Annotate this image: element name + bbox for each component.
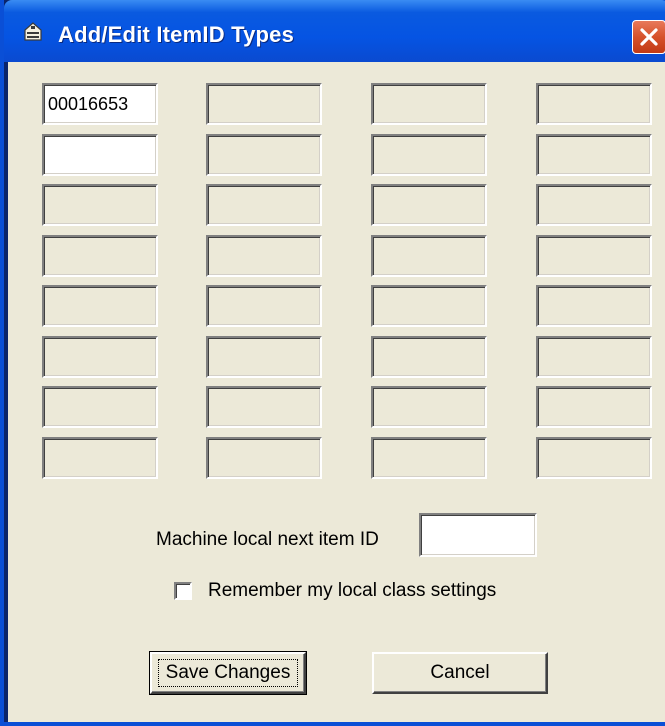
itemid-type-field[interactable] bbox=[371, 336, 487, 378]
itemid-type-field[interactable] bbox=[206, 336, 322, 378]
itemid-type-field[interactable] bbox=[206, 285, 322, 327]
next-item-id-input[interactable] bbox=[419, 513, 537, 557]
itemid-app-icon bbox=[22, 22, 44, 42]
itemid-type-field[interactable] bbox=[536, 134, 652, 176]
itemid-type-field[interactable] bbox=[42, 83, 158, 125]
itemid-type-field[interactable] bbox=[371, 235, 487, 277]
itemid-type-field[interactable] bbox=[206, 83, 322, 125]
itemid-type-field[interactable] bbox=[536, 184, 652, 226]
cancel-label: Cancel bbox=[430, 662, 490, 683]
itemid-type-field[interactable] bbox=[536, 437, 652, 479]
window-title: Add/Edit ItemID Types bbox=[58, 22, 295, 47]
itemid-type-field[interactable] bbox=[206, 134, 322, 176]
save-changes-label: Save Changes bbox=[165, 662, 291, 683]
title-bar[interactable]: Add/Edit ItemID Types bbox=[4, 0, 665, 62]
remember-settings-checkbox[interactable] bbox=[174, 582, 192, 600]
itemid-type-field[interactable] bbox=[536, 285, 652, 327]
itemid-type-field[interactable] bbox=[42, 336, 158, 378]
itemid-type-field[interactable] bbox=[371, 184, 487, 226]
itemid-type-field[interactable] bbox=[371, 134, 487, 176]
itemid-type-field[interactable] bbox=[42, 386, 158, 428]
cancel-button[interactable]: Cancel bbox=[372, 652, 548, 694]
itemid-type-field[interactable] bbox=[206, 184, 322, 226]
itemid-type-field[interactable] bbox=[371, 386, 487, 428]
itemid-type-field[interactable] bbox=[536, 235, 652, 277]
dialog-body: Machine local next item ID Remember my l… bbox=[8, 62, 665, 722]
itemid-type-field[interactable] bbox=[42, 437, 158, 479]
remember-settings-label: Remember my local class settings bbox=[208, 580, 497, 601]
itemid-type-field[interactable] bbox=[42, 285, 158, 327]
itemid-type-field[interactable] bbox=[371, 437, 487, 479]
itemid-type-field[interactable] bbox=[42, 184, 158, 226]
itemid-type-field[interactable] bbox=[42, 134, 158, 176]
itemid-type-field[interactable] bbox=[536, 386, 652, 428]
itemid-type-field[interactable] bbox=[371, 285, 487, 327]
save-changes-button[interactable]: Save Changes bbox=[149, 651, 307, 695]
itemid-type-field[interactable] bbox=[536, 83, 652, 125]
next-item-label: Machine local next item ID bbox=[156, 529, 379, 550]
itemid-type-field[interactable] bbox=[371, 83, 487, 125]
dialog-window: Add/Edit ItemID Types Machine local next… bbox=[0, 0, 665, 726]
close-icon bbox=[640, 28, 658, 46]
itemid-type-field[interactable] bbox=[536, 336, 652, 378]
itemid-type-field[interactable] bbox=[206, 235, 322, 277]
close-button[interactable] bbox=[632, 20, 665, 54]
itemid-type-field[interactable] bbox=[206, 386, 322, 428]
itemid-type-field[interactable] bbox=[42, 235, 158, 277]
itemid-type-field[interactable] bbox=[206, 437, 322, 479]
